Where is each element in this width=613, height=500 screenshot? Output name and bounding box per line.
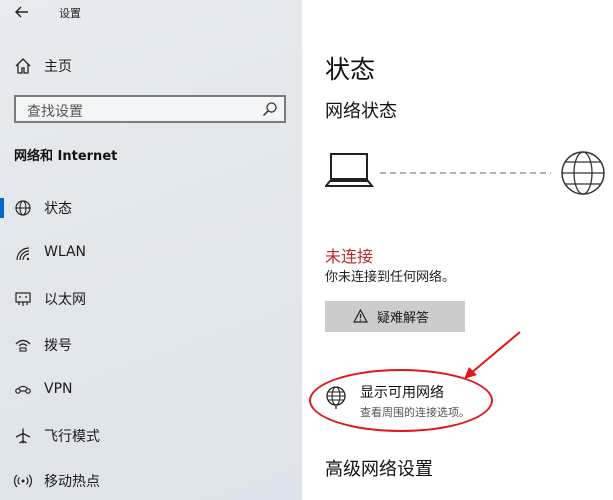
title-bar: 设置 <box>0 0 302 24</box>
back-button[interactable] <box>12 2 32 22</box>
sidebar-item-label: 飞行模式 <box>44 429 100 445</box>
internet-globe-icon <box>561 151 605 195</box>
sidebar-item-airplane-mode[interactable]: 飞行模式 <box>0 421 302 451</box>
search-icon[interactable] <box>262 101 278 117</box>
app-title: 设置 <box>59 7 81 20</box>
section-heading: 网络和 Internet <box>14 149 118 164</box>
connection-state-text: 未连接 <box>325 247 374 266</box>
network-status-diagram <box>325 151 605 195</box>
sidebar-item-label: 状态 <box>44 201 72 217</box>
hotspot-icon <box>14 474 32 488</box>
annotation-arrow <box>464 331 521 379</box>
settings-window: 设置 主页 查找设置 网络和 Internet 状态 WLAN 以太网 拨号 V… <box>0 0 613 500</box>
troubleshoot-button[interactable]: 疑难解答 <box>325 301 465 332</box>
troubleshoot-label: 疑难解答 <box>377 311 430 326</box>
airplane-icon <box>15 428 31 444</box>
sidebar-item-ethernet[interactable]: 以太网 <box>0 284 302 314</box>
search-input[interactable]: 查找设置 <box>14 95 286 123</box>
sidebar-item-label: 主页 <box>44 59 72 75</box>
sidebar-item-status[interactable]: 状态 <box>0 193 302 223</box>
network-status-heading: 网络状态 <box>325 101 397 122</box>
sidebar-item-label: WLAN <box>44 244 87 260</box>
vpn-icon <box>15 385 31 394</box>
sidebar-item-label: 移动热点 <box>44 474 100 490</box>
ethernet-icon <box>15 292 31 306</box>
page-title: 状态 <box>325 55 376 84</box>
dialup-icon <box>15 339 31 352</box>
sidebar-item-home[interactable]: 主页 <box>0 50 302 80</box>
connection-description: 你未连接到任何网络。 <box>325 270 456 285</box>
laptop-icon <box>325 153 375 187</box>
wifi-icon <box>16 247 30 261</box>
warning-icon <box>353 309 368 323</box>
sidebar-item-label: 以太网 <box>44 292 86 308</box>
globe-status-icon <box>15 200 31 216</box>
search-placeholder: 查找设置 <box>27 104 83 120</box>
sidebar-item-label: VPN <box>44 381 73 397</box>
sidebar-item-wlan[interactable]: WLAN <box>0 239 302 269</box>
main-content: 状态 网络状态 未连接 你未连接到任何网络。 疑难解答 显示可用网络 查看周围的… <box>302 0 613 500</box>
sidebar-item-vpn[interactable]: VPN <box>0 376 302 406</box>
sidebar-item-dialup[interactable]: 拨号 <box>0 330 302 360</box>
sidebar-item-label: 拨号 <box>44 338 72 354</box>
sidebar: 设置 主页 查找设置 网络和 Internet 状态 WLAN 以太网 拨号 V… <box>0 0 302 500</box>
home-icon <box>15 58 31 74</box>
advanced-network-settings-heading: 高级网络设置 <box>325 459 433 480</box>
sidebar-item-mobile-hotspot[interactable]: 移动热点 <box>0 466 302 496</box>
back-arrow-icon <box>15 6 28 18</box>
